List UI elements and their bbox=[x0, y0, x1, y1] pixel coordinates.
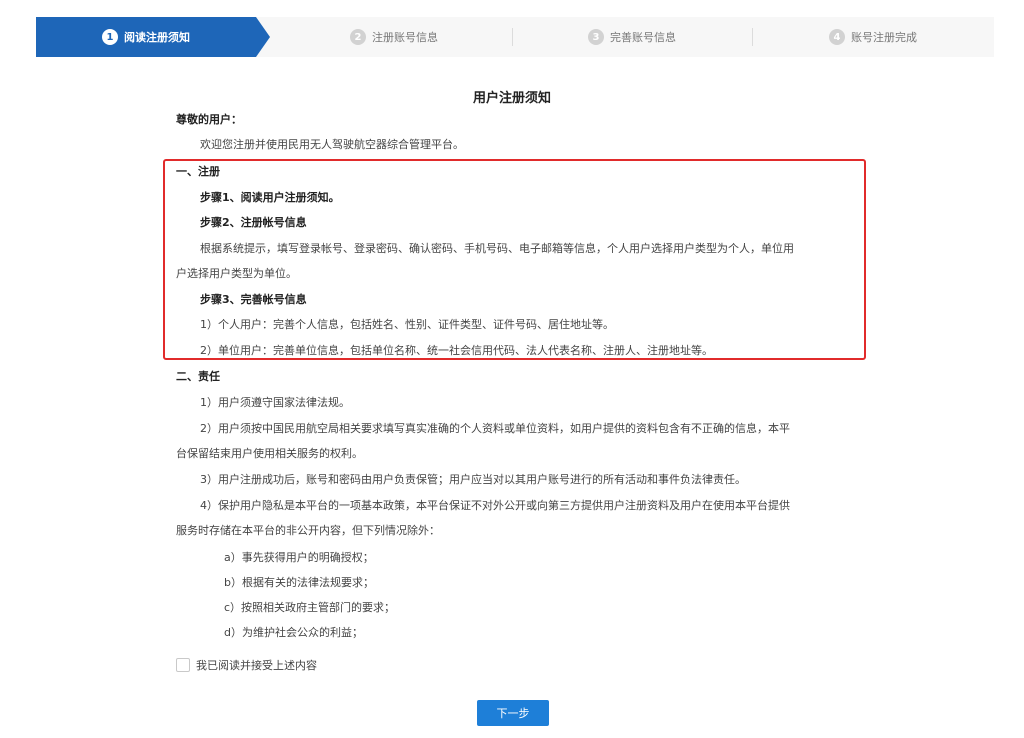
agree-checkbox-row[interactable]: 我已阅读并接受上述内容 bbox=[176, 657, 317, 673]
responsibility-1: 1）用户须遵守国家法律法规。 bbox=[200, 396, 350, 409]
responsibility-4-cont: 服务时存储在本平台的非公开内容，但下列情况除外： bbox=[176, 524, 440, 537]
step2-description: 根据系统提示，填写登录帐号、登录密码、确认密码、手机号码、电子邮箱等信息，个人用… bbox=[200, 242, 794, 255]
step-register-account: 2 注册账号信息 bbox=[276, 17, 512, 57]
step2-description-cont: 户选择用户类型为单位。 bbox=[176, 267, 297, 280]
responsibility-2-cont: 台保留结束用户使用相关服务的权利。 bbox=[176, 447, 363, 460]
step-number-3: 3 bbox=[588, 29, 604, 45]
step-read-notice: 1 阅读注册须知 bbox=[36, 17, 256, 57]
step-label-1: 阅读注册须知 bbox=[124, 31, 190, 44]
welcome-text: 欢迎您注册并使用民用无人驾驶航空器综合管理平台。 bbox=[200, 138, 464, 151]
agree-checkbox[interactable] bbox=[176, 658, 190, 672]
step3-personal-user: 1）个人用户：完善个人信息，包括姓名、性别、证件类型、证件号码、居住地址等。 bbox=[200, 318, 614, 331]
next-step-button[interactable]: 下一步 bbox=[477, 700, 549, 726]
step-number-1: 1 bbox=[102, 29, 118, 45]
section-responsibility-title: 二、责任 bbox=[176, 370, 220, 383]
step-label-3: 完善账号信息 bbox=[610, 31, 676, 44]
step-number-2: 2 bbox=[350, 29, 366, 45]
step-registration-done: 4 账号注册完成 bbox=[752, 17, 994, 57]
active-step-arrow bbox=[256, 17, 270, 57]
step3-heading: 步骤3、完善帐号信息 bbox=[200, 293, 307, 306]
agree-label[interactable]: 我已阅读并接受上述内容 bbox=[196, 657, 317, 673]
step-label-4: 账号注册完成 bbox=[851, 31, 917, 44]
notice-title: 用户注册须知 bbox=[472, 91, 551, 106]
responsibility-2: 2）用户须按中国民用航空局相关要求填写真实准确的个人资料或单位资料，如用户提供的… bbox=[200, 422, 790, 435]
greeting: 尊敬的用户： bbox=[176, 113, 242, 126]
registration-stepper: 1 阅读注册须知 2 注册账号信息 3 完善账号信息 4 账号注册完成 bbox=[36, 17, 994, 57]
step1-heading: 步骤1、阅读用户注册须知。 bbox=[200, 191, 340, 204]
responsibility-3: 3）用户注册成功后，账号和密码由用户负责保管；用户应当对以其用户账号进行的所有活… bbox=[200, 473, 746, 486]
exception-c: c）按照相关政府主管部门的要求； bbox=[224, 601, 396, 614]
step-label-2: 注册账号信息 bbox=[372, 31, 438, 44]
exception-b: b）根据有关的法律法规要求； bbox=[224, 576, 374, 589]
responsibility-4: 4）保护用户隐私是本平台的一项基本政策，本平台保证不对外公开或向第三方提供用户注… bbox=[200, 499, 790, 512]
step2-heading: 步骤2、注册帐号信息 bbox=[200, 216, 307, 229]
step-number-4: 4 bbox=[829, 29, 845, 45]
step3-organization-user: 2）单位用户：完善单位信息，包括单位名称、统一社会信用代码、法人代表名称、注册人… bbox=[200, 344, 713, 357]
step-complete-account: 3 完善账号信息 bbox=[512, 17, 752, 57]
section-registration-title: 一、注册 bbox=[176, 165, 220, 178]
exception-a: a）事先获得用户的明确授权； bbox=[224, 551, 374, 564]
exception-d: d）为维护社会公众的利益； bbox=[224, 626, 363, 639]
